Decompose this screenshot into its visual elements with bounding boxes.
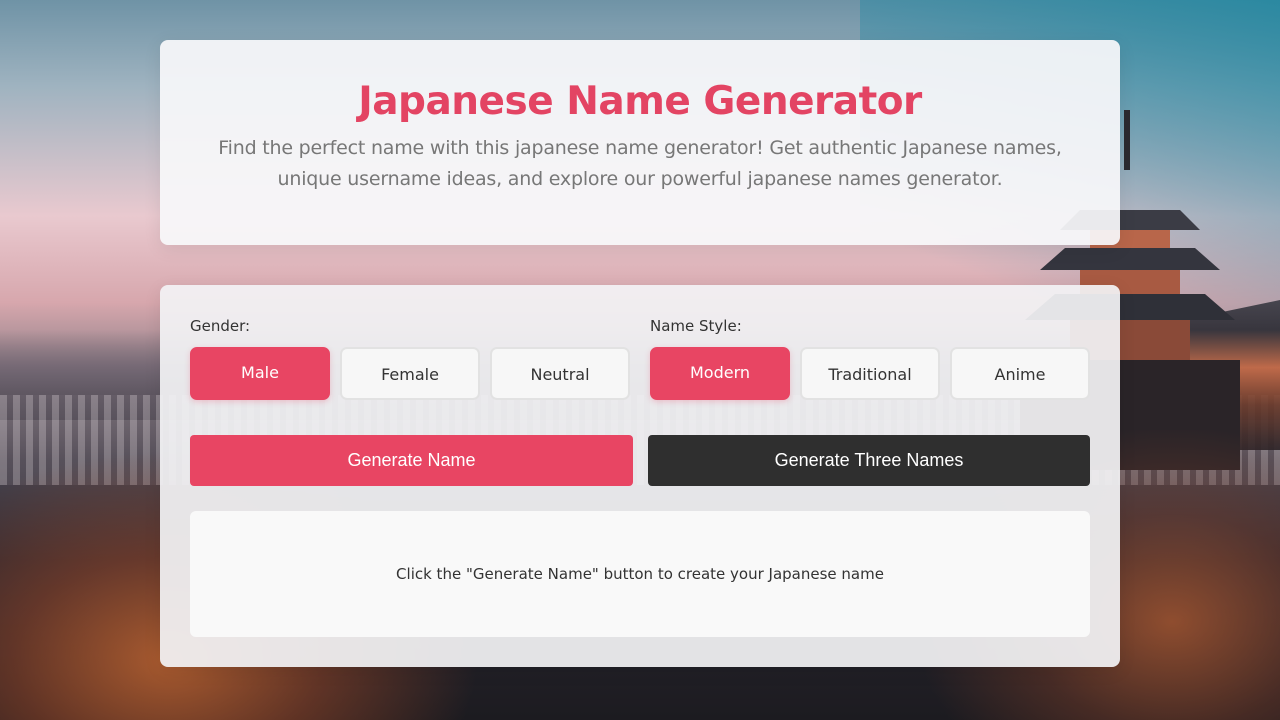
gender-label: Gender:: [190, 317, 251, 335]
gender-option-female[interactable]: Female: [340, 347, 480, 400]
style-option-traditional[interactable]: Traditional: [800, 347, 940, 400]
style-option-anime[interactable]: Anime: [950, 347, 1090, 400]
header-card: Japanese Name Generator Find the perfect…: [160, 40, 1120, 245]
page-subtitle: Find the perfect name with this japanese…: [218, 137, 1062, 190]
result-placeholder-text: Click the "Generate Name" button to crea…: [396, 565, 884, 583]
style-option-modern[interactable]: Modern: [650, 347, 790, 400]
result-panel: Click the "Generate Name" button to crea…: [190, 511, 1090, 637]
generate-name-button[interactable]: Generate Name: [190, 435, 633, 486]
gender-option-male[interactable]: Male: [190, 347, 330, 400]
generate-three-names-button[interactable]: Generate Three Names: [648, 435, 1090, 486]
page-title: Japanese Name Generator: [358, 79, 922, 124]
name-style-label: Name Style:: [650, 317, 742, 335]
gender-option-neutral[interactable]: Neutral: [490, 347, 630, 400]
generator-card: Gender: Male Female Neutral Name Style: …: [160, 285, 1120, 667]
